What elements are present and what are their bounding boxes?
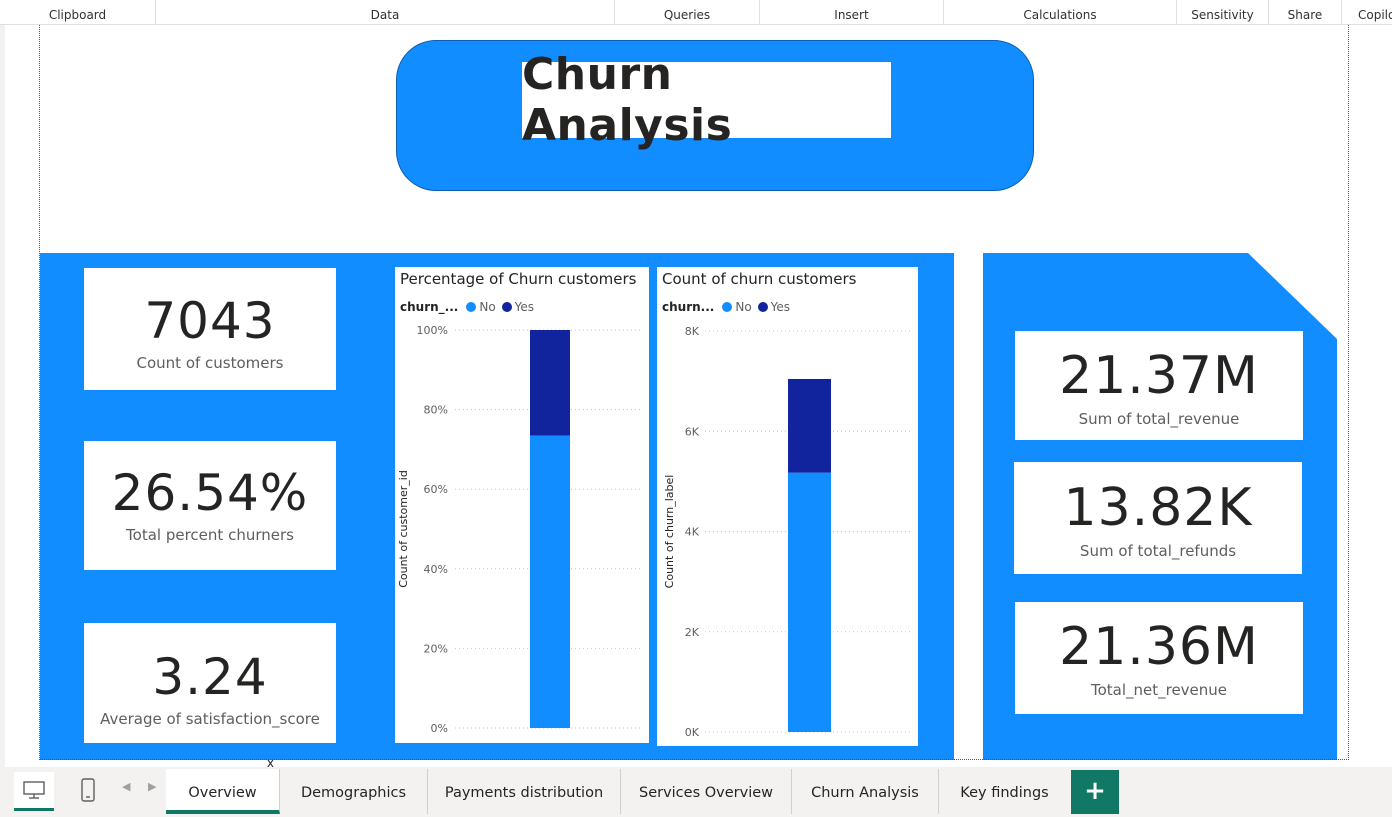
tab-services-overview[interactable]: Services Overview (621, 769, 792, 814)
y-tick-label: 2K (685, 626, 700, 639)
chart-churn-percentage[interactable]: Percentage of Churn customers churn_... … (395, 267, 649, 743)
kpi-value: 13.82K (1063, 478, 1253, 538)
ribbon-group-calculations[interactable]: Calculations (944, 0, 1177, 24)
ribbon-group-bar: Clipboard Data Queries Insert Calculatio… (0, 0, 1392, 25)
kpi-label: Average of satisfaction_score (100, 710, 320, 728)
kpi-value: 21.36M (1059, 617, 1259, 677)
ribbon-group-data[interactable]: Data (156, 0, 615, 24)
ribbon-group-copilot[interactable]: Copilo (1342, 0, 1392, 24)
y-tick-label: 20% (424, 642, 448, 655)
tab-scroll-left-icon[interactable]: ◀ (122, 780, 130, 793)
kpi-value: 3.24 (152, 648, 268, 706)
ribbon-group-share[interactable]: Share (1269, 0, 1342, 24)
y-tick-label: 100% (417, 324, 448, 337)
bar-segment-yes (788, 378, 831, 473)
chart-plot: 0K 2K 4K 6K 8K Count of churn_label (663, 325, 912, 739)
chart-plot: 0% 20% 40% 60% 80% 100% Count of customer_id (397, 324, 643, 735)
kpi-card-customer-count[interactable]: 7043 Count of customers (84, 268, 336, 390)
y-tick-label: 80% (424, 404, 448, 417)
y-tick-label: 0K (685, 726, 700, 739)
kpi-value: 21.37M (1059, 345, 1259, 406)
kpi-card-total-refunds[interactable]: 13.82K Sum of total_refunds (1014, 462, 1302, 574)
kpi-value: 7043 (144, 292, 276, 350)
add-page-button[interactable]: + (1071, 770, 1119, 814)
close-icon[interactable]: x (267, 753, 274, 773)
title-textbox[interactable]: Churn Analysis (522, 49, 891, 151)
ribbon-group-insert[interactable]: Insert (760, 0, 944, 24)
y-axis-title: Count of customer_id (397, 470, 410, 588)
tab-churn-analysis[interactable]: Churn Analysis (792, 769, 939, 814)
tab-label: Churn Analysis (811, 785, 919, 801)
kpi-card-net-revenue[interactable]: 21.36M Total_net_revenue (1015, 602, 1303, 714)
tab-label: Demographics (300, 785, 407, 801)
tab-demographics[interactable]: Demographics (280, 769, 428, 814)
kpi-card-total-revenue[interactable]: 21.37M Sum of total_revenue (1015, 331, 1303, 440)
kpi-label: Total percent churners (126, 525, 294, 544)
y-tick-label: 6K (685, 425, 700, 438)
y-tick-label: 8K (685, 325, 700, 338)
tab-key-findings[interactable]: Key findings (939, 769, 1070, 814)
tab-label: Overview (188, 785, 257, 801)
y-tick-label: 0% (431, 722, 448, 735)
kpi-value: 26.54% (111, 463, 309, 522)
kpi-card-churn-percent[interactable]: 26.54% Total percent churners (84, 441, 336, 570)
tab-payments-distribution[interactable]: Payments distribution (428, 769, 621, 814)
chart-churn-count[interactable]: Count of churn customers churn... No Yes… (657, 267, 918, 746)
bar-segment-no (530, 435, 570, 728)
desktop-view-button[interactable] (14, 772, 54, 811)
y-tick-label: 4K (685, 526, 700, 539)
kpi-label: Sum of total_refunds (1079, 542, 1237, 560)
kpi-label: Total_net_revenue (1090, 681, 1228, 699)
tab-scroll-right-icon[interactable]: ▶ (148, 780, 156, 793)
monitor-icon (23, 781, 45, 799)
kpi-card-satisfaction[interactable]: 3.24 Average of satisfaction_score (84, 623, 336, 743)
bar-segment-yes (530, 330, 570, 436)
tab-overview[interactable]: Overview x (166, 756, 280, 814)
report-title: Churn Analysis (522, 49, 733, 151)
bar-segment-no (788, 472, 831, 732)
y-axis-title: Count of churn_label (663, 475, 676, 589)
tab-label: Services Overview (638, 785, 774, 801)
phone-icon (81, 778, 95, 802)
kpi-label: Sum of total_revenue (1078, 409, 1240, 428)
kpi-label: Count of customers (136, 354, 284, 372)
tab-label: Key findings (960, 785, 1049, 801)
ribbon-group-sensitivity[interactable]: Sensitivity (1177, 0, 1269, 24)
y-tick-label: 60% (424, 483, 448, 496)
ribbon-group-queries[interactable]: Queries (615, 0, 760, 24)
mobile-view-button[interactable] (68, 772, 108, 808)
tab-label: Payments distribution (444, 785, 604, 801)
y-tick-label: 40% (424, 563, 448, 576)
ribbon-group-clipboard[interactable]: Clipboard (0, 0, 156, 24)
canvas-margin (1352, 25, 1392, 767)
